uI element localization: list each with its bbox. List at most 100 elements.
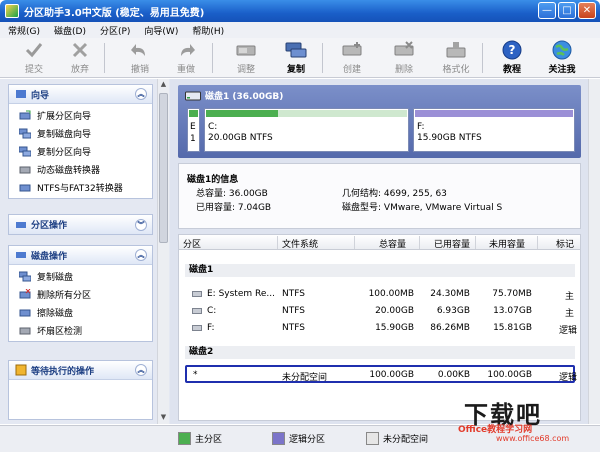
undo-button[interactable]: 撤销 (120, 40, 160, 76)
menu-wizard[interactable]: 向导(W) (144, 24, 178, 37)
watermark: 下载吧 Office教程学习网 www.office68.com (458, 395, 600, 443)
partition-block-e[interactable]: E 1 (187, 108, 200, 152)
sidebar-item-extend-wizard[interactable]: 扩展分区向导 (9, 106, 152, 124)
watermark-url: www.office68.com (496, 434, 570, 443)
drive-icon (192, 308, 202, 314)
check-icon (23, 40, 45, 60)
partition-block-c[interactable]: C: 20.00GB NTFS (204, 108, 409, 152)
col-free[interactable]: 未用容量 (489, 237, 525, 250)
disk-geometry: 4699, 255, 63 (383, 189, 447, 199)
disk-ops-header[interactable]: 磁盘操作 ︽ (9, 246, 152, 265)
partition-block-f[interactable]: F: 15.90GB NTFS (413, 108, 575, 152)
minimize-button[interactable]: — (538, 2, 556, 19)
menu-general[interactable]: 常规(G) (8, 24, 40, 37)
disk-ops-panel: 磁盘操作 ︽ 复制磁盘 删除所有分区 擦除磁盘 坏扇区检测 (8, 245, 153, 342)
partition-ops-header[interactable]: 分区操作 ︾ (9, 215, 152, 234)
resize-button[interactable]: 调整 (226, 40, 266, 76)
disk-model: VMware, VMware Virtual S (383, 203, 503, 213)
pending-ops-header[interactable]: 等待执行的操作 ︽ (9, 361, 152, 380)
disk-info-panel: 磁盘1的信息 总容量: 36.00GB 已用容量: 7.04GB 几何结构: 4… (178, 163, 581, 229)
disk-icon (16, 252, 26, 258)
copy-disk-icon (19, 128, 31, 138)
follow-me-button[interactable]: 关注我 (542, 40, 582, 76)
menu-partition[interactable]: 分区(P) (100, 24, 130, 37)
create-button[interactable]: 创建 (332, 40, 372, 76)
main-area: 磁盘1 (36.00GB) E 1 C: 20.00GB NTFS F: 15.… (170, 79, 600, 424)
col-partition[interactable]: 分区 (183, 237, 201, 250)
collapse-icon[interactable]: ︽ (135, 364, 147, 376)
sidebar-item-copy-partition-wizard[interactable]: 复制分区向导 (9, 142, 152, 160)
convert-icon (19, 166, 31, 173)
sidebar-item-delete-all-partitions[interactable]: 删除所有分区 (9, 285, 152, 303)
resize-icon (235, 40, 257, 60)
delete-partitions-icon (19, 288, 31, 298)
hard-disk-icon (185, 91, 201, 100)
menu-help[interactable]: 帮助(H) (192, 24, 224, 37)
disk-total-capacity: 36.00GB (228, 189, 268, 199)
table-row-selected[interactable]: * 未分配空间 100.00GB 0.00KB 100.00GB 逻辑 (185, 365, 577, 383)
redo-button[interactable]: 重做 (166, 40, 206, 76)
table-row[interactable]: E: System Re... NTFS 100.00MB 24.30MB 75… (179, 286, 580, 302)
scroll-thumb[interactable] (159, 93, 168, 243)
wizard-icon (16, 90, 26, 98)
unallocated-swatch (366, 432, 379, 445)
wizard-panel: 向导 ︽ 扩展分区向导 复制磁盘向导 复制分区向导 动态磁盘转换器 NTFS与F… (8, 84, 153, 199)
table-header: 分区 文件系统 总容量 已用容量 未用容量 标记 (179, 235, 580, 250)
col-filesystem[interactable]: 文件系统 (282, 237, 318, 250)
disk-group-header: 磁盘1 (185, 264, 575, 277)
sidebar-item-copy-disk-wizard[interactable]: 复制磁盘向导 (9, 124, 152, 142)
copy-button[interactable]: 复制 (276, 40, 316, 76)
sidebar: 向导 ︽ 扩展分区向导 复制磁盘向导 复制分区向导 动态磁盘转换器 NTFS与F… (0, 79, 170, 424)
pending-icon (15, 364, 27, 376)
tutorial-button[interactable]: ? 教程 (492, 40, 532, 76)
partition-ops-panel: 分区操作 ︾ (8, 214, 153, 235)
commit-button[interactable]: 提交 (14, 40, 54, 76)
pending-ops-panel: 等待执行的操作 ︽ (8, 360, 153, 420)
maximize-button[interactable]: □ (558, 2, 576, 19)
sidebar-item-wipe-disk[interactable]: 擦除磁盘 (9, 303, 152, 321)
menu-bar: 常规(G) 磁盘(D) 分区(P) 向导(W) 帮助(H) (0, 22, 600, 38)
expand-icon[interactable]: ︾ (135, 218, 147, 231)
discard-icon (69, 40, 91, 60)
col-total[interactable]: 总容量 (379, 237, 406, 250)
format-icon (445, 40, 467, 60)
delete-button[interactable]: 删除 (384, 40, 424, 76)
toolbar: 提交 放弃 撤销 重做 调整 复制 创建 删除 格式化 ? 教程 关注我 (0, 38, 600, 78)
table-row[interactable]: C: NTFS 20.00GB 6.93GB 13.07GB 主 (179, 303, 580, 319)
sidebar-item-dynamic-disk-converter[interactable]: 动态磁盘转换器 (9, 160, 152, 178)
format-button[interactable]: 格式化 (436, 40, 476, 76)
delete-icon (393, 40, 415, 60)
window-title: 分区助手3.0中文版 (稳定、易用且免费) (24, 8, 205, 19)
disk-used-capacity: 7.04GB (237, 203, 272, 213)
disk-group-header: 磁盘2 (185, 346, 575, 359)
sidebar-scrollbar[interactable]: ▲ ▼ (157, 79, 169, 424)
drive-icon (192, 291, 202, 297)
wizard-panel-header[interactable]: 向导 ︽ (9, 85, 152, 104)
svg-text:?: ? (509, 43, 516, 57)
collapse-icon[interactable]: ︽ (135, 249, 147, 261)
copy-disk-icon (285, 40, 307, 60)
undo-icon (129, 40, 151, 60)
disk-map-title: 磁盘1 (36.00GB) (205, 92, 284, 102)
col-flag[interactable]: 标记 (556, 237, 574, 250)
table-row[interactable]: F: NTFS 15.90GB 86.26MB 15.81GB 逻辑 (179, 320, 580, 336)
sidebar-item-ntfs-fat32-converter[interactable]: NTFS与FAT32转换器 (9, 178, 152, 196)
copy-partition-icon (19, 146, 31, 156)
close-button[interactable]: ✕ (578, 2, 596, 19)
sidebar-item-copy-disk[interactable]: 复制磁盘 (9, 267, 152, 285)
primary-swatch (178, 432, 191, 445)
discard-button[interactable]: 放弃 (60, 40, 100, 76)
col-used[interactable]: 已用容量 (434, 237, 470, 250)
globe-icon (551, 40, 573, 60)
collapse-icon[interactable]: ︽ (135, 88, 147, 100)
menu-disk[interactable]: 磁盘(D) (54, 24, 86, 37)
copy-disk-icon (19, 271, 31, 281)
title-bar: 分区助手3.0中文版 (稳定、易用且免费) — □ ✕ (0, 0, 600, 22)
legend-primary: 主分区 (178, 432, 222, 445)
sidebar-item-bad-sector-check[interactable]: 坏扇区检测 (9, 321, 152, 339)
help-icon: ? (501, 40, 523, 60)
main-scrollbar[interactable] (588, 79, 600, 424)
create-icon (341, 40, 363, 60)
wipe-icon (19, 309, 31, 316)
legend-unallocated: 未分配空间 (366, 432, 428, 445)
